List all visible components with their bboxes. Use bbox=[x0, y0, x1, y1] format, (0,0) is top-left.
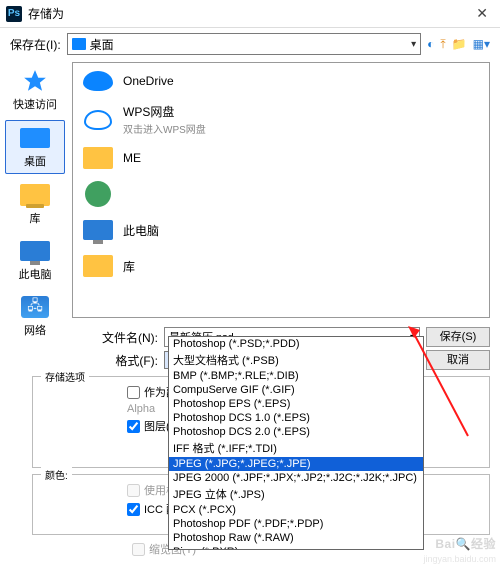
file-list[interactable]: OneDrive WPS网盘 双击进入WPS网盘 ME 此电脑 库 bbox=[72, 62, 490, 318]
place-label: 此电脑 bbox=[19, 266, 52, 282]
format-option[interactable]: PCX (*.PCX) bbox=[169, 503, 423, 517]
titlebar: Ps 存储为 ✕ bbox=[0, 0, 500, 28]
format-option[interactable]: Photoshop PDF (*.PDF;*.PDP) bbox=[169, 517, 423, 531]
format-option[interactable]: Photoshop DCS 2.0 (*.EPS) bbox=[169, 425, 423, 439]
list-item[interactable]: WPS网盘 双击进入WPS网盘 bbox=[73, 99, 489, 140]
filename-label: 文件名(N): bbox=[100, 329, 158, 346]
format-option[interactable]: CompuServe GIF (*.GIF) bbox=[169, 383, 423, 397]
layers-checkbox[interactable] bbox=[127, 420, 140, 433]
format-option[interactable]: IFF 格式 (*.IFF;*.TDI) bbox=[169, 439, 423, 457]
window-title: 存储为 bbox=[28, 5, 470, 22]
place-label: 桌面 bbox=[24, 153, 46, 169]
wps-icon bbox=[81, 106, 115, 134]
thumbnail-checkbox[interactable] bbox=[132, 543, 145, 556]
desktop-icon bbox=[19, 125, 51, 151]
new-folder-icon[interactable]: 📁 bbox=[452, 37, 467, 52]
user-icon bbox=[81, 180, 115, 208]
place-label: 网络 bbox=[24, 322, 46, 338]
format-option[interactable]: Photoshop (*.PSD;*.PDD) bbox=[169, 337, 423, 351]
save-in-label: 保存在(I): bbox=[10, 36, 61, 53]
save-in-value: 桌面 bbox=[90, 36, 114, 53]
icc-checkbox[interactable] bbox=[127, 503, 140, 516]
format-option[interactable]: Photoshop Raw (*.RAW) bbox=[169, 531, 423, 545]
browse-area: 快速访问 桌面 库 此电脑 🖧 网络 OneDrive WPS网盘 双击进入 bbox=[0, 60, 500, 320]
onedrive-icon bbox=[81, 67, 115, 95]
format-option[interactable]: JPEG 2000 (*.JPF;*.JPX;*.JP2;*.J2C;*.J2K… bbox=[169, 471, 423, 485]
folder-icon bbox=[81, 144, 115, 172]
folder-icon bbox=[72, 38, 86, 50]
view-icon[interactable]: ▦▾ bbox=[473, 37, 490, 52]
network-icon: 🖧 bbox=[19, 294, 51, 320]
proof-checkbox[interactable] bbox=[127, 484, 140, 497]
group-title: 颜色: bbox=[41, 467, 72, 482]
place-quick-access[interactable]: 快速访问 bbox=[5, 64, 65, 116]
format-label: 格式(F): bbox=[100, 352, 158, 369]
format-option[interactable]: BMP (*.BMP;*.RLE;*.DIB) bbox=[169, 369, 423, 383]
format-option[interactable]: 大型文档格式 (*.PSB) bbox=[169, 351, 423, 369]
back-icon[interactable]: ◐ bbox=[427, 37, 434, 52]
format-dropdown[interactable]: Photoshop (*.PSD;*.PDD)大型文档格式 (*.PSB)BMP… bbox=[168, 336, 424, 550]
watermark: Bai🔍经验 bbox=[435, 535, 496, 552]
format-option[interactable]: JPEG 立体 (*.JPS) bbox=[169, 485, 423, 503]
item-sub: 双击进入WPS网盘 bbox=[123, 121, 206, 136]
place-this-pc[interactable]: 此电脑 bbox=[5, 234, 65, 286]
chevron-down-icon: ▾ bbox=[411, 39, 416, 50]
format-option[interactable]: Photoshop DCS 1.0 (*.EPS) bbox=[169, 411, 423, 425]
cancel-button[interactable]: 取消 bbox=[426, 350, 490, 370]
place-library[interactable]: 库 bbox=[5, 178, 65, 230]
list-item[interactable] bbox=[73, 176, 489, 212]
format-option[interactable]: JPEG (*.JPG;*.JPEG;*.JPE) bbox=[169, 457, 423, 471]
item-name: OneDrive bbox=[123, 74, 174, 88]
places-bar: 快速访问 桌面 库 此电脑 🖧 网络 bbox=[0, 60, 70, 320]
up-icon[interactable]: ⤒ bbox=[440, 37, 445, 52]
item-name: ME bbox=[123, 151, 141, 165]
app-icon: Ps bbox=[6, 6, 22, 22]
item-name: 库 bbox=[123, 258, 135, 275]
item-name: 此电脑 bbox=[123, 222, 159, 239]
list-item[interactable]: 库 bbox=[73, 248, 489, 284]
item-name: WPS网盘 bbox=[123, 103, 206, 120]
pc-icon bbox=[81, 216, 115, 244]
list-item[interactable]: OneDrive bbox=[73, 63, 489, 99]
star-icon bbox=[19, 68, 51, 94]
group-title: 存储选项 bbox=[41, 369, 89, 384]
save-button[interactable]: 保存(S) bbox=[426, 327, 490, 347]
folder-icon bbox=[81, 252, 115, 280]
list-item[interactable]: 此电脑 bbox=[73, 212, 489, 248]
close-icon[interactable]: ✕ bbox=[470, 5, 494, 22]
toolbar-icons: ◐ ⤒ 📁 ▦▾ bbox=[427, 37, 490, 52]
place-desktop[interactable]: 桌面 bbox=[5, 120, 65, 174]
place-network[interactable]: 🖧 网络 bbox=[5, 290, 65, 342]
format-option[interactable]: Pixar (*.PXR) bbox=[169, 545, 423, 550]
save-in-row: 保存在(I): 桌面 ▾ ◐ ⤒ 📁 ▦▾ bbox=[0, 28, 500, 60]
library-icon bbox=[19, 182, 51, 208]
list-item[interactable]: ME bbox=[73, 140, 489, 176]
save-in-select[interactable]: 桌面 ▾ bbox=[67, 33, 421, 55]
pc-icon bbox=[19, 238, 51, 264]
copy-checkbox[interactable] bbox=[127, 386, 140, 399]
opt-label: Alpha bbox=[127, 403, 155, 415]
place-label: 库 bbox=[30, 210, 41, 226]
watermark-url: jingyan.baidu.com bbox=[423, 554, 496, 564]
place-label: 快速访问 bbox=[13, 96, 57, 112]
format-option[interactable]: Photoshop EPS (*.EPS) bbox=[169, 397, 423, 411]
